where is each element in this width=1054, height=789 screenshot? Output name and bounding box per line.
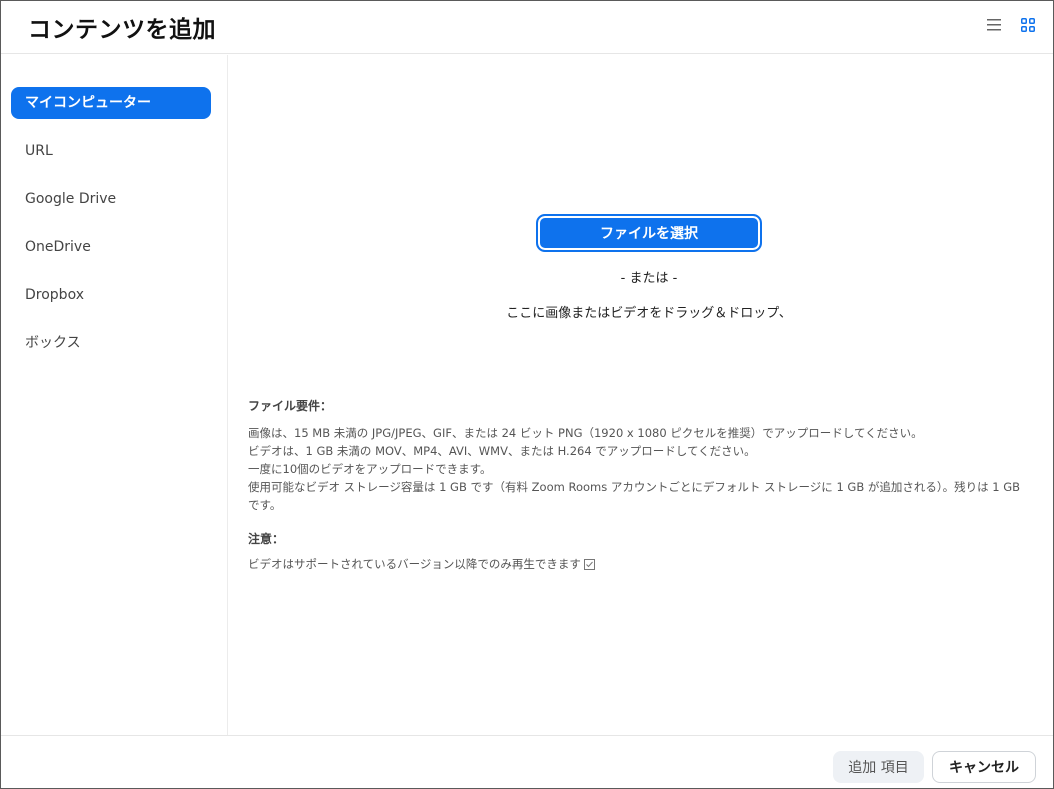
drop-zone-text: ここに画像またはビデオをドラッグ＆ドロップ、 [506, 306, 792, 321]
requirement-line: です。 [248, 498, 282, 512]
requirement-line: 一度に10個のビデオをアップロードできます。 [248, 462, 492, 476]
requirements-title: ファイル要件： [248, 399, 333, 413]
dialog-title: コンテンツを追加 [28, 17, 216, 43]
sidebar-item-google-drive[interactable]: Google Drive [11, 183, 211, 215]
grid-view-icon [1021, 18, 1035, 32]
source-sidebar: マイコンピューター URL Google Drive OneDrive Drop… [1, 55, 228, 735]
sidebar-item-url[interactable]: URL [11, 135, 211, 167]
checkbox-icon [583, 558, 595, 570]
sidebar-item-dropbox[interactable]: Dropbox [11, 279, 211, 311]
sidebar-item-box[interactable]: ボックス [11, 327, 211, 359]
or-separator: - または - [620, 271, 678, 286]
upload-area: ファイルを選択 - または - ここに画像またはビデオをドラッグ＆ドロップ、 フ… [229, 55, 1053, 735]
list-view-button[interactable] [983, 14, 1005, 36]
dialog-header: コンテンツを追加 [1, 1, 1053, 54]
add-items-button[interactable]: 追加 項目 [833, 751, 924, 783]
sidebar-item-my-computer[interactable]: マイコンピューター [11, 87, 211, 119]
requirements-list: 画像は、15 MB 未満の JPG/JPEG、GIF、または 24 ビット PN… [248, 424, 1048, 514]
choose-file-button[interactable]: ファイルを選択 [536, 214, 762, 252]
cancel-button[interactable]: キャンセル [932, 751, 1036, 783]
note-text: ビデオはサポートされているバージョン以降でのみ再生できます [248, 557, 581, 571]
list-view-icon [987, 19, 1001, 31]
note-body: ビデオはサポートされているバージョン以降でのみ再生できます [248, 556, 595, 572]
note-title: 注意： [248, 532, 285, 546]
requirement-line: 使用可能なビデオ ストレージ容量は 1 GB です（有料 Zoom Rooms … [248, 480, 1021, 494]
dialog: コンテンツを追加 マイコンピューター URL Google Drive OneD… [0, 0, 1054, 789]
sidebar-item-onedrive[interactable]: OneDrive [11, 231, 211, 263]
requirement-line: ビデオは、1 GB 未満の MOV、MP4、AVI、WMV、または H.264 … [248, 444, 756, 458]
requirement-line: 画像は、15 MB 未満の JPG/JPEG、GIF、または 24 ビット PN… [248, 426, 923, 440]
dialog-footer: 追加 項目 キャンセル [1, 735, 1053, 789]
grid-view-button[interactable] [1017, 14, 1039, 36]
